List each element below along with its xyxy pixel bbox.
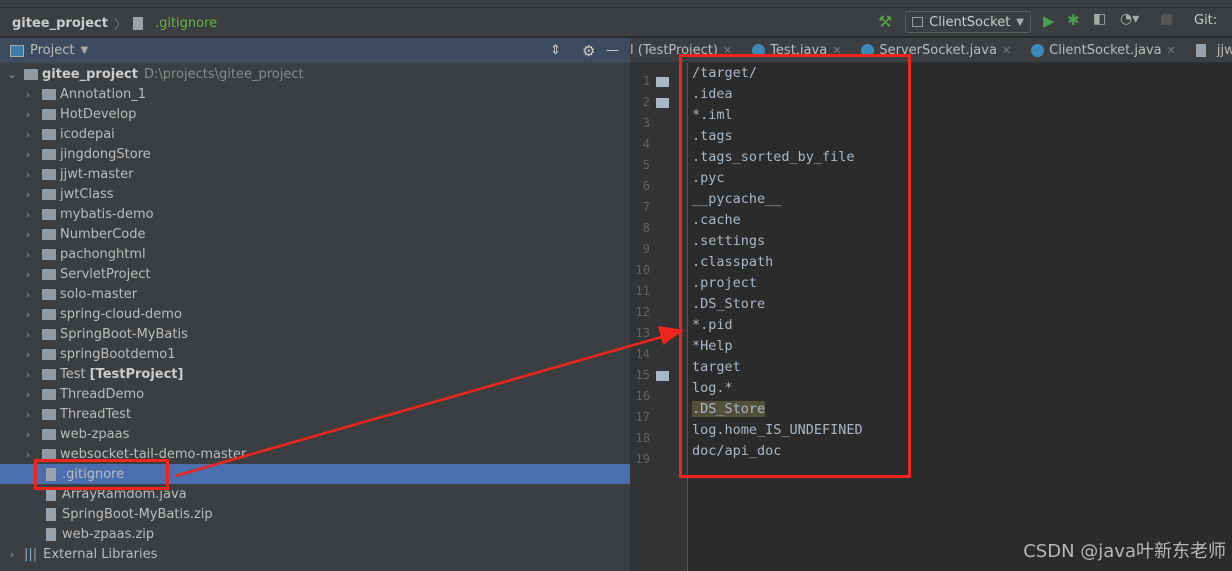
annotation-arrow	[174, 326, 684, 478]
arrow-head	[658, 326, 684, 345]
arrow-line	[174, 334, 666, 478]
watermark: CSDN @java叶新东老师	[1023, 541, 1226, 562]
